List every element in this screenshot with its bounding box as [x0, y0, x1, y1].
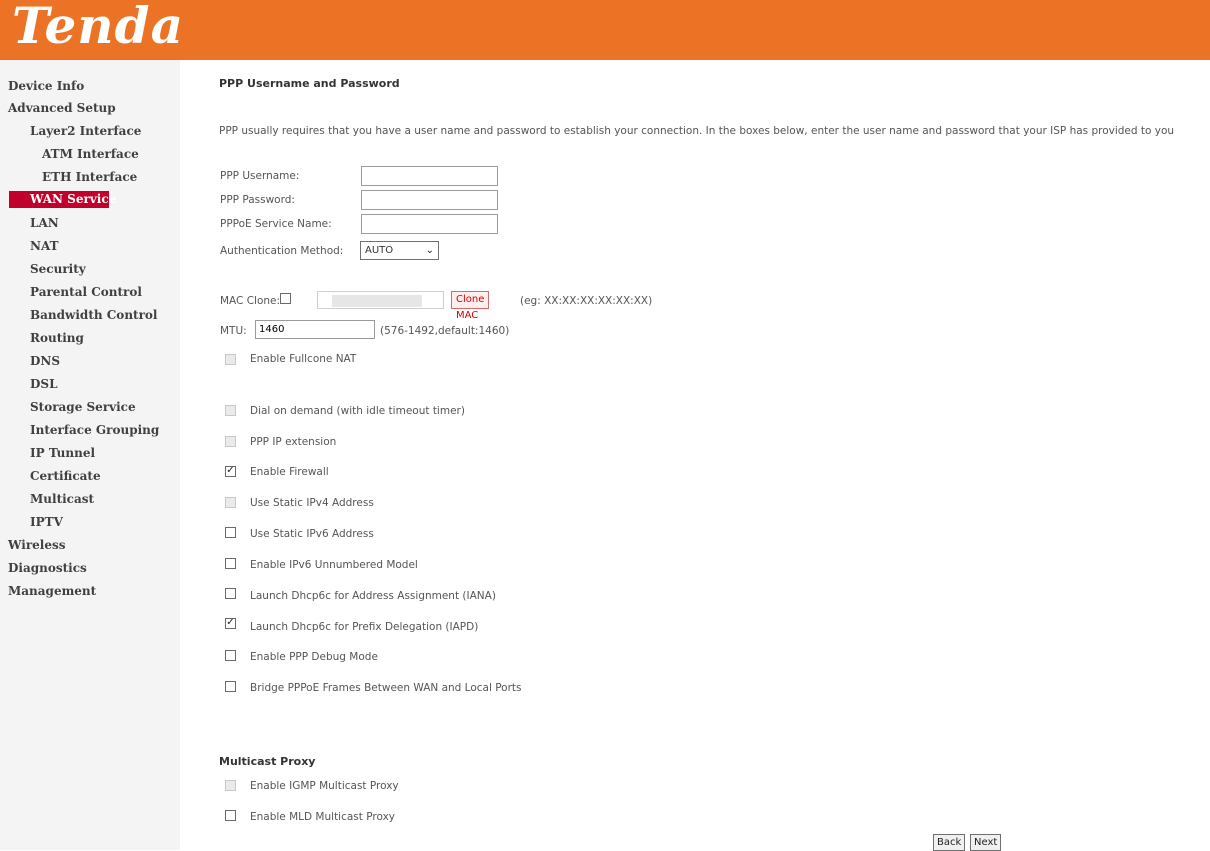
sidebar-item-routing[interactable]: Routing	[30, 331, 84, 345]
sidebar-item-management[interactable]: Management	[8, 584, 96, 598]
sidebar-item-storage-service[interactable]: Storage Service	[30, 400, 136, 414]
sidebar-item-advanced-setup[interactable]: Advanced Setup	[8, 101, 116, 115]
tenda-logo: Tenda	[12, 0, 184, 55]
bridge-pppoe-label: Bridge PPPoE Frames Between WAN and Loca…	[250, 682, 522, 694]
password-input[interactable]	[361, 190, 498, 210]
sidebar-item-iptv[interactable]: IPTV	[30, 515, 63, 529]
dhcp6c-iapd-label: Launch Dhcp6c for Prefix Delegation (IAP…	[250, 621, 479, 633]
static-ipv6-checkbox[interactable]	[225, 527, 236, 538]
username-label: PPP Username:	[220, 170, 300, 182]
dhcp6c-iana-checkbox[interactable]	[225, 588, 236, 599]
service-name-input[interactable]	[361, 214, 498, 234]
dhcp6c-iapd-checkbox[interactable]: ✓	[225, 618, 236, 629]
ppp-ip-extension-checkbox[interactable]	[225, 436, 236, 447]
sidebar-item-layer2-interface[interactable]: Layer2 Interface	[30, 124, 141, 138]
sidebar-item-interface-grouping[interactable]: Interface Grouping	[30, 423, 159, 437]
service-name-label: PPPoE Service Name:	[220, 218, 332, 230]
username-input[interactable]	[361, 166, 498, 186]
mtu-input[interactable]	[255, 320, 375, 339]
mac-clone-checkbox[interactable]	[280, 293, 291, 304]
section-title: PPP Username and Password	[219, 77, 400, 90]
sidebar-item-wireless[interactable]: Wireless	[8, 538, 66, 552]
dial-on-demand-label: Dial on demand (with idle timeout timer)	[250, 405, 465, 417]
next-button[interactable]: Next	[970, 834, 1002, 851]
chevron-down-icon: ⌄	[425, 245, 434, 256]
mld-proxy-checkbox[interactable]	[225, 810, 236, 821]
mac-clone-label: MAC Clone:	[220, 295, 281, 307]
multicast-proxy-title: Multicast Proxy	[219, 755, 316, 768]
sidebar-item-nat[interactable]: NAT	[30, 239, 59, 253]
ppp-ip-extension-label: PPP IP extension	[250, 436, 337, 448]
auth-method-label: Authentication Method:	[220, 245, 344, 257]
sidebar-item-bandwidth-control[interactable]: Bandwidth Control	[30, 308, 157, 322]
sidebar-item-ip-tunnel[interactable]: IP Tunnel	[30, 446, 95, 460]
sidebar-item-dns[interactable]: DNS	[30, 354, 60, 368]
back-button[interactable]: Back	[933, 834, 966, 851]
enable-firewall-label: Enable Firewall	[250, 466, 329, 478]
mtu-label: MTU:	[220, 325, 247, 337]
sidebar-item-wan-service[interactable]: WAN Service	[30, 192, 116, 206]
mac-format-hint: (eg: XX:XX:XX:XX:XX:XX)	[520, 295, 653, 307]
mac-address-input[interactable]	[317, 291, 444, 309]
fullcone-nat-checkbox[interactable]	[225, 354, 236, 365]
auth-method-value: AUTO	[365, 245, 394, 256]
sidebar-item-diagnostics[interactable]: Diagnostics	[8, 561, 87, 575]
sidebar-item-certificate[interactable]: Certificate	[30, 469, 101, 483]
sidebar-item-device-info[interactable]: Device Info	[8, 79, 84, 93]
igmp-proxy-checkbox[interactable]	[225, 780, 236, 791]
ipv6-unnumbered-checkbox[interactable]	[225, 558, 236, 569]
auth-method-select[interactable]: AUTO ⌄	[360, 241, 439, 260]
mld-proxy-label: Enable MLD Multicast Proxy	[250, 811, 395, 823]
dial-on-demand-checkbox[interactable]	[225, 405, 236, 416]
mtu-hint: (576-1492,default:1460)	[380, 325, 510, 337]
header-bar: Tenda	[0, 0, 1210, 60]
static-ipv4-label: Use Static IPv4 Address	[250, 497, 374, 509]
ipv6-unnumbered-label: Enable IPv6 Unnumbered Model	[250, 559, 418, 571]
sidebar-item-lan[interactable]: LAN	[30, 216, 59, 230]
bridge-pppoe-checkbox[interactable]	[225, 681, 236, 692]
sidebar-item-atm-interface[interactable]: ATM Interface	[42, 147, 139, 161]
static-ipv6-label: Use Static IPv6 Address	[250, 528, 374, 540]
sidebar-item-parental-control[interactable]: Parental Control	[30, 285, 142, 299]
sidebar-item-security[interactable]: Security	[30, 262, 86, 276]
static-ipv4-checkbox[interactable]	[225, 497, 236, 508]
sidebar-item-eth-interface[interactable]: ETH Interface	[42, 170, 137, 184]
ppp-debug-label: Enable PPP Debug Mode	[250, 651, 378, 663]
clone-mac-button[interactable]: Clone MAC	[451, 291, 490, 321]
sidebar-item-dsl[interactable]: DSL	[30, 377, 58, 391]
enable-firewall-checkbox[interactable]: ✓	[225, 466, 236, 477]
fullcone-nat-label: Enable Fullcone NAT	[250, 353, 357, 365]
dhcp6c-iana-label: Launch Dhcp6c for Address Assignment (IA…	[250, 590, 496, 602]
sidebar-item-multicast[interactable]: Multicast	[30, 492, 94, 506]
description-text: PPP usually requires that you have a use…	[219, 125, 1175, 137]
password-label: PPP Password:	[220, 194, 295, 206]
ppp-debug-checkbox[interactable]	[225, 650, 236, 661]
igmp-proxy-label: Enable IGMP Multicast Proxy	[250, 780, 399, 792]
